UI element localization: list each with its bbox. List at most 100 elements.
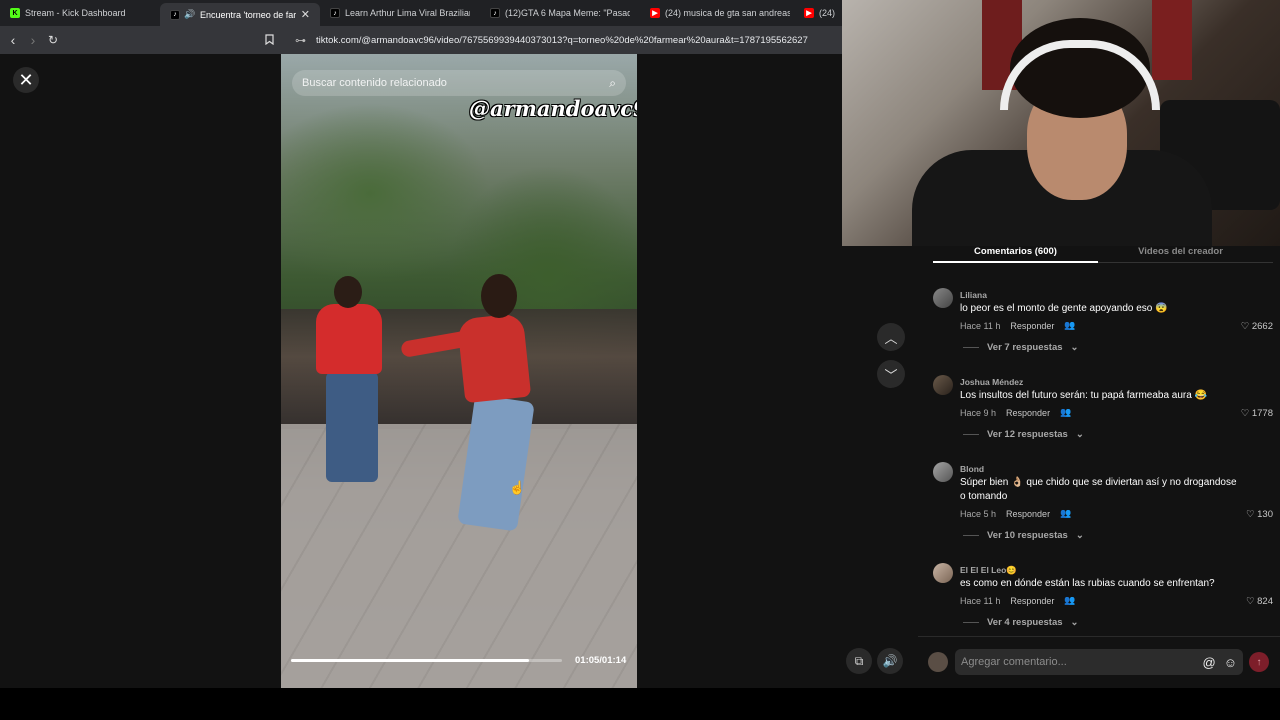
avatar[interactable] <box>928 652 948 672</box>
view-replies-button[interactable]: Ver 7 respuestas ⌄ <box>963 342 1079 353</box>
reply-button[interactable]: Responder <box>1006 408 1050 418</box>
comment-author[interactable]: Blond <box>960 464 984 474</box>
search-icon[interactable]: ⌕ <box>609 76 616 91</box>
screen: K Stream - Kick Dashboard ♪ 🔊 Encuentra … <box>0 0 1280 720</box>
view-replies-button[interactable]: Ver 4 respuestas ⌄ <box>963 617 1079 628</box>
like-count: 824 <box>1257 596 1273 607</box>
tab-youtube-gta[interactable]: ▶ (24) musica de gta san andreas - Yo <box>640 0 800 26</box>
forward-icon[interactable]: › <box>23 32 43 48</box>
tiktok-icon: ♪ <box>490 8 500 18</box>
creator-liked-icon: 👥 <box>1060 508 1072 518</box>
avatar[interactable] <box>933 563 953 583</box>
chevron-down-icon: ⌄ <box>1070 342 1079 353</box>
volume-icon: 🔊 <box>882 654 898 668</box>
avatar[interactable] <box>933 462 953 482</box>
divider <box>963 622 979 623</box>
comment-time: Hace 11 h <box>960 320 1001 331</box>
reply-button[interactable]: Responder <box>1006 509 1050 519</box>
webcam-frame-detail <box>1152 0 1192 80</box>
webcam-overlay <box>842 0 1280 246</box>
like-count: 2662 <box>1251 321 1273 332</box>
close-tab-icon[interactable]: ✕ <box>301 8 310 21</box>
video-frame-figure <box>481 274 517 318</box>
view-replies-label: Ver 7 respuestas <box>987 342 1063 353</box>
comment-author[interactable]: Liliana <box>960 290 987 300</box>
reply-button[interactable]: Responder <box>1010 321 1054 331</box>
close-icon: ✕ <box>18 69 34 90</box>
reply-button[interactable]: Responder <box>1010 596 1054 606</box>
view-replies-button[interactable]: Ver 12 respuestas ⌄ <box>963 429 1084 440</box>
comment-meta: Hace 11 h Responder 👥 <box>960 320 1076 331</box>
comment-input[interactable]: Agregar comentario... @ ☺ <box>955 649 1243 675</box>
like-count: 1778 <box>1251 408 1273 419</box>
avatar[interactable] <box>933 288 953 308</box>
tab-tiktok-gta6[interactable]: ♪ (12)GTA 6 Mapa Meme: "Pasada de <box>480 0 640 26</box>
like-button[interactable]: ♡ 1778 <box>1241 408 1273 419</box>
kick-icon: K <box>10 8 20 18</box>
video-timecode: 01:05/01:14 <box>575 655 627 666</box>
divider <box>963 434 979 435</box>
like-count: 130 <box>1257 509 1273 520</box>
mini-player-button[interactable]: ⧉ <box>846 648 872 674</box>
send-button[interactable]: ↑ <box>1249 652 1269 672</box>
mention-icon[interactable]: @ <box>1203 655 1216 670</box>
avatar[interactable] <box>933 375 953 395</box>
comment-text: lo peor es el monto de gente apoyando es… <box>960 303 1168 314</box>
video-watermark: @armandoavc96 <box>469 96 637 121</box>
like-button[interactable]: ♡ 130 <box>1246 509 1273 520</box>
comment-item: Joshua Méndez Los insultos del futuro se… <box>933 375 1273 445</box>
chevron-up-icon: ︿ <box>884 330 898 346</box>
hand-cursor-icon: ☝ <box>509 480 526 495</box>
divider <box>963 347 979 348</box>
site-info-icon[interactable]: ⊶ <box>295 34 306 47</box>
chevron-down-icon: ﹀ <box>884 367 898 383</box>
related-search-input[interactable]: Buscar contenido relacionado ⌕ <box>292 70 626 96</box>
view-replies-label: Ver 12 respuestas <box>987 429 1068 440</box>
comment-item: Liliana lo peor es el monto de gente apo… <box>933 288 1273 358</box>
reload-icon[interactable]: ↻ <box>43 33 63 47</box>
close-button[interactable]: ✕ <box>13 67 39 93</box>
youtube-icon: ▶ <box>650 8 660 18</box>
address-bar: ‹ › ↻ ⊶ tiktok.com/@armandoavc96/video/7… <box>0 26 842 54</box>
previous-video-button[interactable]: ︿ <box>877 323 905 351</box>
tab-tiktok-search[interactable]: ♪ 🔊 Encuentra 'torneo de farmea ✕ <box>160 3 320 26</box>
arrow-up-icon: ↑ <box>1256 656 1262 668</box>
tab-label: (12)GTA 6 Mapa Meme: "Pasada de <box>505 8 630 18</box>
comment-input-placeholder: Agregar comentario... <box>961 656 1067 668</box>
comment-item: Blond Súper bien 👌🏼 que chido que se div… <box>933 462 1273 546</box>
tiktok-icon: ♪ <box>330 8 340 18</box>
heart-icon: ♡ <box>1245 509 1255 520</box>
emoji-icon[interactable]: ☺ <box>1224 655 1237 670</box>
chevron-down-icon: ⌄ <box>1075 429 1084 440</box>
tab-kick-dashboard[interactable]: K Stream - Kick Dashboard <box>0 0 160 26</box>
video-progress-fill <box>291 659 530 662</box>
tab-label: Encuentra 'torneo de farmea <box>200 9 296 20</box>
view-replies-button[interactable]: Ver 10 respuestas ⌄ <box>963 530 1084 541</box>
speaker-icon[interactable]: 🔊 <box>184 9 195 20</box>
bookmark-icon[interactable] <box>259 32 279 48</box>
back-icon[interactable]: ‹ <box>3 32 23 48</box>
like-button[interactable]: ♡ 2662 <box>1241 321 1273 332</box>
mini-player-icon: ⧉ <box>854 653 864 668</box>
view-replies-label: Ver 10 respuestas <box>987 530 1068 541</box>
active-tab-underline <box>933 261 1098 263</box>
url-field[interactable]: ⊶ tiktok.com/@armandoavc96/video/7675569… <box>295 34 808 47</box>
volume-button[interactable]: 🔊 <box>877 648 903 674</box>
heart-icon: ♡ <box>1245 596 1255 607</box>
tab-youtube[interactable]: ▶ (24) <box>800 0 840 26</box>
video-frame-figure <box>456 312 532 404</box>
tab-label: (24) <box>819 8 836 18</box>
tab-tiktok-arthur[interactable]: ♪ Learn Arthur Lima Viral Brazilian Da <box>320 0 480 26</box>
video-progress-bar[interactable] <box>291 659 562 662</box>
comment-text: es como en dónde están las rubias cuando… <box>960 578 1215 589</box>
like-button[interactable]: ♡ 824 <box>1246 596 1273 607</box>
comments-panel: Comentarios (600) Videos del creador Lil… <box>918 246 1280 688</box>
tab-label: Stream - Kick Dashboard <box>25 8 126 18</box>
creator-liked-icon: 👥 <box>1064 595 1076 605</box>
comment-author[interactable]: El El El Leo😊 <box>960 565 1017 576</box>
video-frame-figure <box>334 276 362 308</box>
comment-meta: Hace 5 h Responder 👥 <box>960 508 1071 519</box>
next-video-button[interactable]: ﹀ <box>877 360 905 388</box>
comment-author[interactable]: Joshua Méndez <box>960 377 1023 387</box>
video-player[interactable]: Buscar contenido relacionado ⌕ @armandoa… <box>281 54 637 688</box>
